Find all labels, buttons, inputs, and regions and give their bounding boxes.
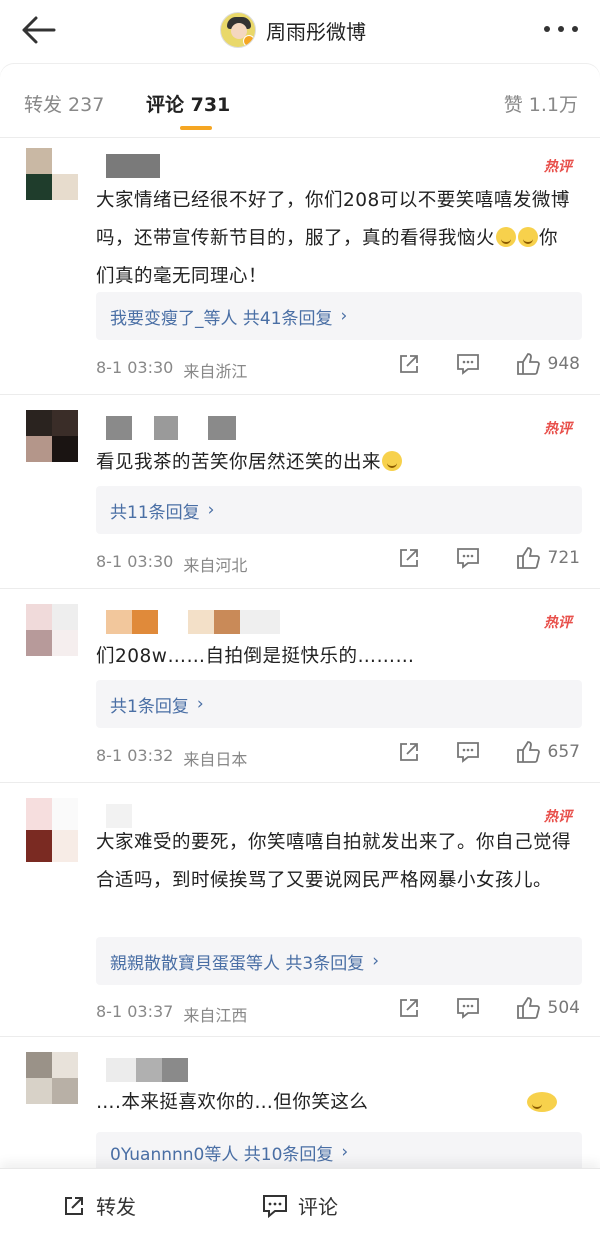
like-button[interactable]: 948 — [516, 352, 580, 376]
avatar[interactable] — [26, 1052, 78, 1104]
grin-emoji-icon — [518, 227, 539, 247]
comment-icon — [263, 1194, 287, 1218]
like-button[interactable]: 721 — [516, 546, 580, 570]
profile-header[interactable]: 周雨彤微博 — [220, 8, 366, 52]
username[interactable] — [106, 154, 160, 178]
comment-icon[interactable] — [456, 547, 480, 569]
comment-text: 大家难受的要死，你笑嘻嘻自拍就发出来了。你自己觉得合适吗，到时候挨骂了又要说网民… — [96, 832, 572, 891]
share-icon[interactable] — [398, 547, 420, 569]
avatar[interactable] — [26, 604, 78, 656]
hot-comment-badge: 热评 — [544, 421, 572, 437]
thumbs-up-icon — [516, 997, 540, 1019]
comment-text: 们208w……自拍倒是挺快乐的……… — [96, 646, 415, 667]
username[interactable] — [106, 416, 236, 440]
chevron-right-icon: › — [340, 306, 348, 326]
comment-actions: 721 — [398, 546, 580, 570]
tab-bar: 转发 237 评论 731 赞 1.1万 — [0, 64, 600, 138]
chevron-right-icon: › — [372, 951, 380, 971]
comment-meta: 8-1 03:30 来自河北 — [96, 552, 248, 575]
back-arrow-icon[interactable] — [18, 12, 58, 48]
thumbs-up-icon — [516, 547, 540, 569]
divider — [0, 588, 600, 589]
top-bar: 周雨彤微博 — [0, 0, 600, 64]
view-replies-button[interactable]: 親親散散寶貝蛋蛋等人 共3条回复 › — [96, 937, 582, 985]
tab-repost[interactable]: 转发 237 — [24, 90, 104, 117]
view-replies-button[interactable]: 共11条回复 › — [96, 486, 582, 534]
divider — [0, 782, 600, 783]
comment-text: ….本来挺喜欢你的…但你笑这么 — [96, 1092, 369, 1113]
comment-actions: 504 — [398, 996, 580, 1020]
divider — [0, 1036, 600, 1037]
comment-text: 大家情绪已经很不好了，你们208可以不要笑嘻嘻发微博吗，还带宣传新节目的，服了，… — [96, 190, 570, 287]
hot-comment-badge: 热评 — [544, 615, 572, 631]
thumbs-up-icon — [516, 741, 540, 763]
bottom-action-bar: 转发 评论 — [0, 1168, 600, 1241]
comment-actions: 657 — [398, 740, 580, 764]
page-title: 周雨彤微博 — [266, 19, 366, 44]
like-button[interactable]: 657 — [516, 740, 580, 764]
like-button[interactable]: 504 — [516, 996, 580, 1020]
tab-indicator — [180, 126, 212, 130]
comment-icon[interactable] — [456, 997, 480, 1019]
chevron-right-icon: › — [341, 1142, 349, 1162]
avatar[interactable] — [26, 798, 78, 862]
username[interactable] — [106, 610, 280, 634]
verified-badge-icon — [243, 35, 255, 47]
tab-comment[interactable]: 评论 731 — [146, 90, 230, 117]
view-replies-button[interactable]: 0Yuannnn0等人 共10条回复 › — [96, 1132, 582, 1172]
repost-label: 转发 — [96, 1195, 136, 1219]
comment-meta: 8-1 03:30 来自浙江 — [96, 358, 248, 381]
share-icon[interactable] — [398, 997, 420, 1019]
avatar[interactable] — [220, 12, 256, 48]
comment-actions: 948 — [398, 352, 580, 376]
share-icon[interactable] — [398, 353, 420, 375]
grin-emoji-icon — [496, 227, 517, 247]
tab-like[interactable]: 赞 1.1万 — [504, 90, 578, 117]
comment-text: 看见我茶的苦笑你居然还笑的出来 — [96, 444, 576, 482]
thumbs-up-icon — [516, 353, 540, 375]
smile-emoji-icon — [382, 451, 403, 471]
avatar[interactable] — [26, 410, 78, 462]
view-replies-button[interactable]: 我要变瘦了_等人 共41条回复 › — [96, 292, 582, 340]
emoji-sticker-icon — [527, 1092, 557, 1112]
comment-button[interactable]: 评论 — [262, 1191, 338, 1220]
comment-icon[interactable] — [456, 353, 480, 375]
avatar[interactable] — [26, 148, 78, 200]
hot-comment-badge: 热评 — [544, 809, 572, 825]
share-icon — [65, 1196, 83, 1215]
divider — [0, 394, 600, 395]
username[interactable] — [106, 1058, 188, 1082]
comment-meta: 8-1 03:32 来自日本 — [96, 746, 248, 769]
view-replies-button[interactable]: 共1条回复 › — [96, 680, 582, 728]
more-icon[interactable] — [544, 14, 578, 44]
chevron-right-icon: › — [207, 500, 215, 520]
share-icon[interactable] — [398, 741, 420, 763]
chevron-right-icon: › — [196, 694, 204, 714]
repost-button[interactable]: 转发 — [62, 1191, 136, 1220]
comment-label: 评论 — [298, 1195, 338, 1219]
hot-comment-badge: 热评 — [544, 159, 572, 175]
comment-meta: 8-1 03:37 来自江西 — [96, 1002, 248, 1025]
comment-icon[interactable] — [456, 741, 480, 763]
